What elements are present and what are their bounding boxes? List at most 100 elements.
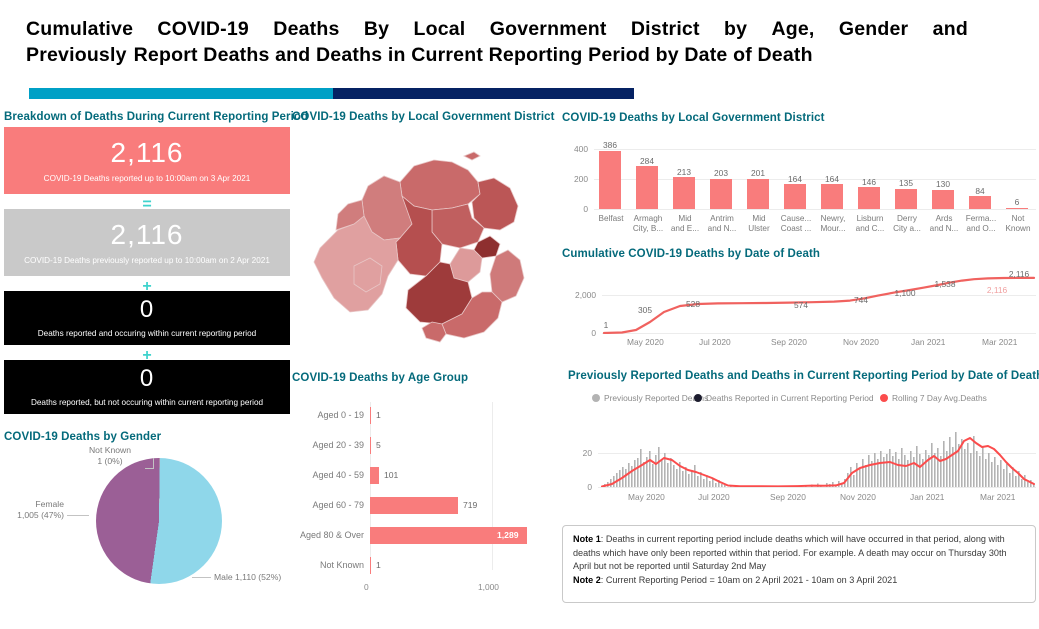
district-label-line1: Newry, — [820, 214, 846, 223]
age-category-label: Aged 40 - 59 — [312, 470, 364, 480]
title-word: District — [630, 18, 700, 40]
district-label-line1: Cause... — [780, 214, 812, 223]
district-category-label: Mid Ulster — [740, 214, 778, 234]
district-gridline-0 — [594, 209, 1036, 210]
cumulative-point-label: 1 — [603, 320, 609, 330]
age-bar[interactable] — [370, 467, 379, 484]
district-bar[interactable] — [636, 166, 658, 209]
district-label-line1: Mid — [752, 214, 766, 223]
cumulative-xtick: Sep 2020 — [771, 337, 807, 347]
district-bar[interactable] — [895, 188, 917, 209]
accent-bar-navy — [333, 88, 634, 99]
district-label-line1: Derry — [896, 214, 917, 223]
cumulative-chart-heading: Cumulative COVID-19 Deaths by Date of De… — [562, 248, 820, 260]
legend-label: Deaths Reported in Current Reporting Per… — [706, 393, 874, 403]
page-title-line-1: Cumulative COVID-19 Deaths By Local Gove… — [26, 16, 968, 42]
district-choropleth-map[interactable] — [292, 126, 550, 361]
age-bar[interactable] — [370, 407, 371, 424]
cumulative-point-label: 2,116 — [986, 285, 1008, 295]
age-bar[interactable] — [370, 497, 458, 514]
district-bar[interactable] — [1006, 207, 1028, 209]
age-bar[interactable] — [370, 437, 371, 454]
note-1-label: Note 1 — [573, 534, 601, 544]
daily-ytick-20: 20 — [582, 448, 592, 458]
age-bar-value: 1 — [376, 560, 381, 570]
legend-label: Rolling 7 Day Avg.Deaths — [892, 393, 987, 403]
district-bar[interactable] — [599, 151, 621, 209]
title-word: Age, — [771, 18, 815, 40]
gender-pie-chart[interactable]: Not Known 1 (0%) Female 1,005 (47%) Male… — [0, 445, 290, 618]
district-label-line2: Known — [1005, 224, 1031, 233]
page-title: Cumulative COVID-19 Deaths By Local Gove… — [26, 16, 986, 68]
kpi-card-previously-reported[interactable]: 2,116 COVID-19 Deaths previously reporte… — [4, 209, 290, 276]
district-category-label: Belfast — [592, 214, 630, 224]
district-ytick-400: 400 — [574, 144, 588, 154]
daily-xtick: Jul 2020 — [698, 492, 730, 502]
district-bar-value: 203 — [714, 168, 728, 178]
map-svg — [313, 151, 525, 343]
district-label-line1: Belfast — [598, 214, 624, 223]
district-bar[interactable] — [673, 177, 695, 209]
title-word: by — [724, 18, 748, 40]
legend-rolling-average[interactable]: Rolling 7 Day Avg.Deaths — [880, 393, 987, 403]
district-bar-value: 6 — [1014, 197, 1020, 207]
kpi-card-reported-not-occurring[interactable]: 0 Deaths reported, but not occuring with… — [4, 360, 290, 414]
pie-leader-not-known-v — [153, 458, 154, 468]
district-bar-chart[interactable]: 400 200 0 386 284 213 203 201 164 164 14… — [562, 132, 1036, 236]
district-label-line1: Ards — [935, 214, 953, 223]
age-xtick-1000: 1,000 — [478, 582, 499, 592]
district-bar[interactable] — [858, 187, 880, 209]
district-label-line2: Ulster — [748, 224, 770, 233]
cumulative-point-label: 744 — [854, 295, 868, 305]
title-word: Previously — [26, 44, 127, 66]
note-2-text: : Current Reporting Period = 10am on 2 A… — [600, 574, 898, 585]
age-category-label: Aged 0 - 19 — [317, 410, 364, 420]
legend-dot-previously-reported-icon — [592, 394, 600, 402]
district-bar[interactable] — [710, 178, 732, 209]
kpi-card-reported-and-occurring[interactable]: 0 Deaths reported and occuring within cu… — [4, 291, 290, 345]
cumulative-xtick: Jan 2021 — [911, 337, 946, 347]
district-category-label: Lisburn and C... — [851, 214, 889, 234]
cumulative-point-label: 2,116 — [1008, 269, 1030, 279]
district-bar[interactable] — [969, 196, 991, 209]
legend-current-period[interactable]: Deaths Reported in Current Reporting Per… — [694, 393, 874, 403]
district-bar-value: 284 — [640, 156, 654, 166]
map-panel-heading: COVID-19 Deaths by Local Government Dist… — [292, 111, 555, 123]
accent-bar-teal — [29, 88, 333, 99]
district-category-label: Mid and E... — [666, 214, 704, 234]
cumulative-xtick: Mar 2021 — [982, 337, 1018, 347]
kpi-card-total-deaths[interactable]: 2,116 COVID-19 Deaths reported up to 10:… — [4, 127, 290, 194]
district-label-line2: and N... — [929, 224, 959, 233]
district-label-line1: Not — [1011, 214, 1025, 223]
cumulative-line-chart[interactable]: 2,000 0 1 305 528 574 744 1,100 1,538 2,… — [562, 266, 1036, 356]
age-bar[interactable] — [370, 557, 371, 574]
district-bar[interactable] — [747, 178, 769, 209]
pie-label-not-known-line1: Not Known — [88, 445, 132, 455]
kpi-caption: COVID-19 Deaths previously reported up t… — [24, 255, 270, 265]
legend-label: Previously Reported Deaths — [604, 393, 709, 403]
daily-gridline-0 — [598, 487, 1036, 488]
gender-chart-heading: COVID-19 Deaths by Gender — [4, 431, 162, 443]
note-2-label: Note 2 — [573, 574, 601, 585]
district-bar[interactable] — [821, 184, 843, 209]
kpi-caption: Deaths reported and occuring within curr… — [37, 329, 257, 338]
pie-label-male: Male 1,110 (52%) — [214, 572, 282, 582]
district-bar[interactable] — [932, 189, 954, 209]
legend-dot-rolling-average-icon — [880, 394, 888, 402]
district-bar-value: 135 — [899, 178, 913, 188]
age-chart-heading: COVID-19 Deaths by Age Group — [292, 372, 469, 384]
district-bar[interactable] — [784, 184, 806, 209]
legend-dot-current-period-icon — [694, 394, 702, 402]
district-category-label: Antrim and N... — [703, 214, 741, 234]
age-bar-value: 1 — [376, 410, 381, 420]
note-1-text: : Deaths in current reporting period inc… — [573, 534, 1007, 572]
title-word: Deaths — [273, 18, 340, 40]
age-group-bar-chart[interactable]: Aged 0 - 19 1 Aged 20 - 39 5 Aged 40 - 5… — [292, 392, 552, 600]
daily-ytick-0: 0 — [587, 482, 592, 492]
cumulative-ytick-0: 0 — [591, 328, 596, 338]
daily-deaths-chart[interactable]: 20 0 May 2020 Jul 2020 Sep 2020 Nov 2020… — [568, 424, 1036, 508]
cumulative-ytick-2000: 2,000 — [575, 290, 596, 300]
legend-previously-reported[interactable]: Previously Reported Deaths — [592, 393, 708, 403]
district-bar-value: 164 — [788, 174, 802, 184]
cumulative-xtick: Jul 2020 — [699, 337, 731, 347]
